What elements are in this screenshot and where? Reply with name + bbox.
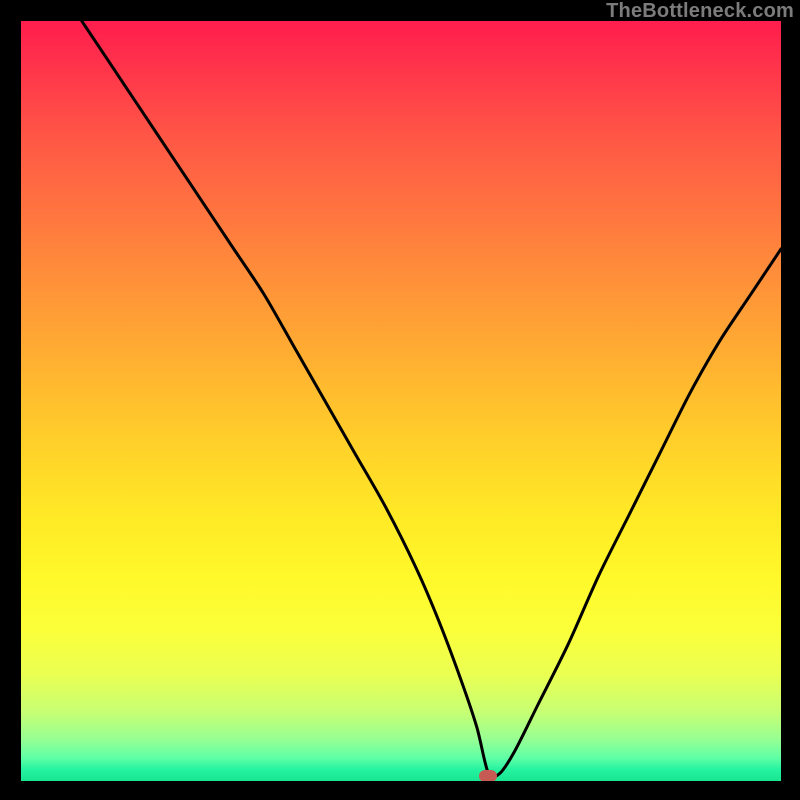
bottleneck-curve-svg (21, 21, 781, 781)
chart-frame: TheBottleneck.com (0, 0, 800, 800)
watermark-text: TheBottleneck.com (606, 0, 794, 23)
bottleneck-curve-path (82, 21, 781, 777)
optimal-point-marker (479, 770, 497, 781)
plot-area (21, 21, 781, 781)
